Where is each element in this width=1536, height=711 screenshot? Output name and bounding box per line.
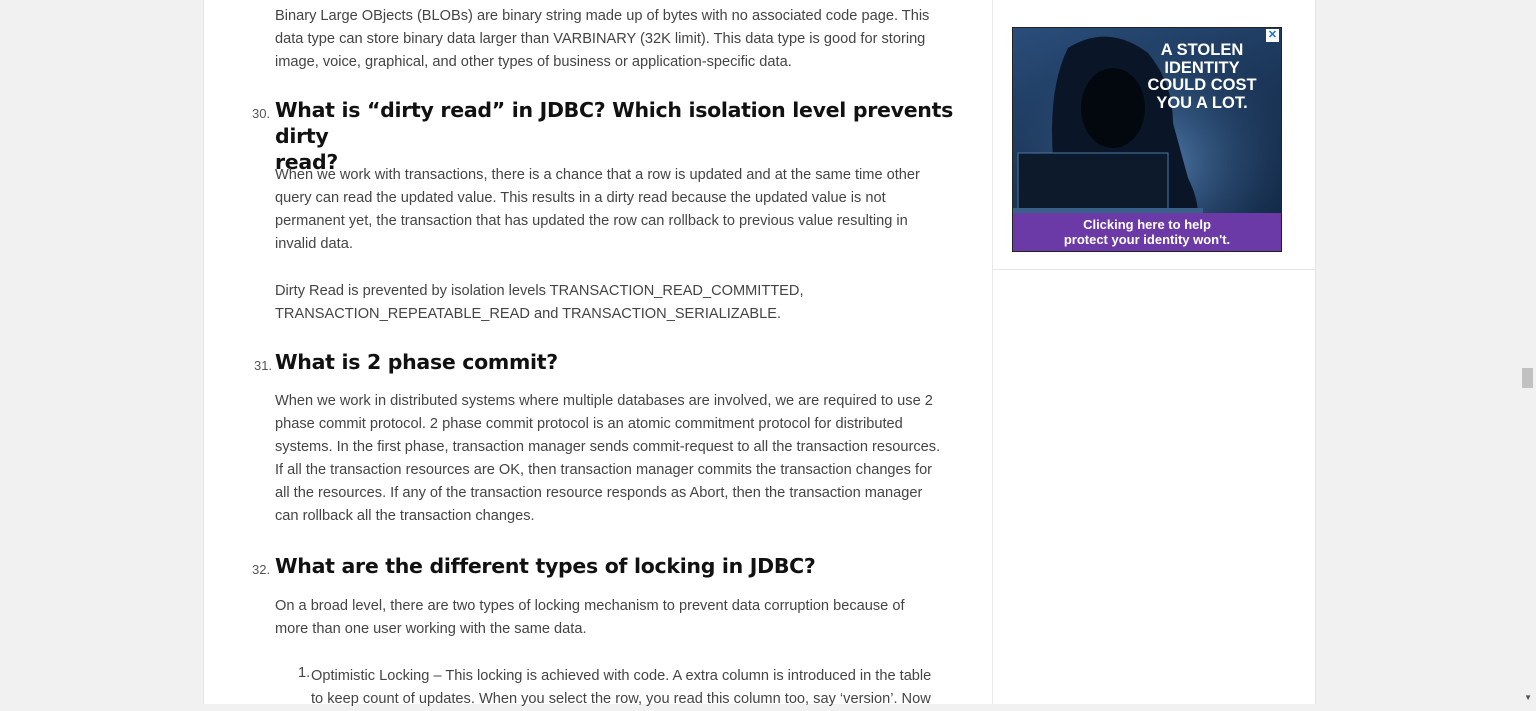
text-line: permanent yet, the transaction that has … [275, 213, 908, 229]
text-line: to keep count of updates. When you selec… [311, 691, 931, 707]
headline-line: A STOLEN [1160, 41, 1244, 59]
ad-footer-banner[interactable]: Clicking here to help protect your ident… [1013, 213, 1281, 251]
answer-paragraph: Dirty Read is prevented by isolation lev… [275, 280, 965, 326]
question-number: 31. [254, 358, 273, 373]
text-line: data type can store binary data larger t… [275, 31, 926, 47]
footer-line: protect your identity won't. [1063, 232, 1231, 247]
close-icon[interactable]: ✕ [1266, 29, 1279, 42]
ad-headline: A STOLEN IDENTITY COULD COST YOU A LOT. [1137, 41, 1267, 112]
sidebar-divider [993, 269, 1315, 270]
title-line: What is “dirty read” in JDBC? Which isol… [275, 98, 953, 148]
scroll-down-arrow-icon[interactable]: ▼ [1524, 693, 1532, 702]
text-line: can rollback all the transaction changes… [275, 508, 535, 524]
text-line: phase commit protocol. 2 phase commit pr… [275, 416, 903, 432]
text-line: If all the transaction resources are OK,… [275, 462, 933, 478]
text-line: Binary Large OBjects (BLOBs) are binary … [275, 8, 930, 24]
answer-paragraph: On a broad level, there are two types of… [275, 595, 965, 641]
text-line: Dirty Read is prevented by isolation lev… [275, 283, 804, 299]
answer-paragraph: When we work with transactions, there is… [275, 164, 965, 256]
footer-line: Clicking here to help [1083, 217, 1211, 232]
headline-line: IDENTITY [1164, 58, 1240, 77]
headline-line: YOU A LOT. [1156, 93, 1248, 112]
text-line: invalid data. [275, 236, 353, 252]
text-line: On a broad level, there are two types of… [275, 598, 905, 614]
text-line: all the resources. If any of the transac… [275, 485, 923, 501]
text-line: image, voice, graphical, and other types… [275, 54, 792, 70]
answer-paragraph: When we work in distributed systems wher… [275, 390, 965, 528]
list-item: Optimistic Locking – This locking is ach… [311, 665, 971, 711]
scrollbar-thumb[interactable] [1522, 368, 1533, 388]
blob-paragraph: Binary Large OBjects (BLOBs) are binary … [275, 5, 965, 74]
text-line: TRANSACTION_REPEATABLE_READ and TRANSACT… [275, 306, 782, 322]
question-title: What are the different types of locking … [275, 554, 816, 578]
text-line: When we work with transactions, there is… [275, 167, 920, 183]
headline-line: COULD COST [1147, 76, 1257, 94]
text-line: When we work in distributed systems wher… [275, 393, 933, 409]
page-scrollbar[interactable]: ▼ [1519, 0, 1536, 704]
sidebar-advertisement[interactable]: ✕ A STOLEN IDENTITY COULD COST YOU A LOT… [1012, 27, 1282, 252]
text-line: query can read the updated value. This r… [275, 190, 886, 206]
text-line: more than one user working with the same… [275, 621, 587, 637]
content-sidebar-divider [992, 0, 993, 704]
question-number: 30. [252, 106, 271, 121]
list-number: 1. [298, 665, 311, 681]
text-line: Optimistic Locking – This locking is ach… [311, 668, 932, 684]
question-number: 32. [252, 562, 271, 577]
question-title: What is 2 phase commit? [275, 350, 558, 374]
text-line: systems. In the first phase, transaction… [275, 439, 941, 455]
